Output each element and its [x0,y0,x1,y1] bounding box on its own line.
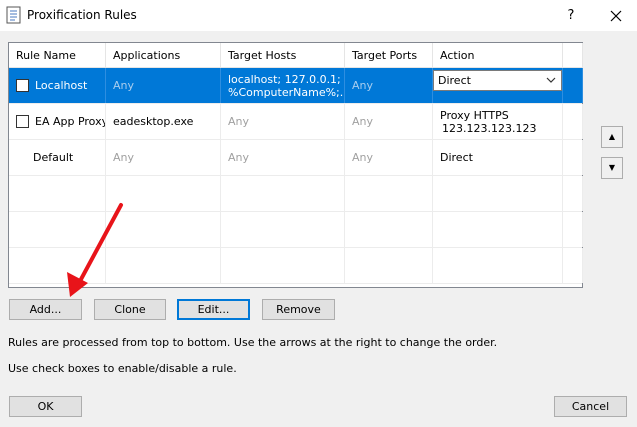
rule-name-cell: Localhost [9,68,106,103]
action-dropdown[interactable]: Direct [433,70,562,91]
empty-cell [563,176,583,211]
target-hosts-line: localhost; 127.0.0.1; [228,72,341,86]
target-hosts-cell: Any [221,140,345,175]
column-header-rule-name[interactable]: Rule Name [9,43,106,68]
column-header-target-ports[interactable]: Target Ports [345,43,433,68]
empty-cell [106,212,221,247]
filler-cell [563,140,583,175]
applications-cell: eadesktop.exe [106,104,221,139]
empty-cell [433,248,563,283]
empty-cell [345,212,433,247]
empty-cell [106,248,221,283]
action-dropdown-value: Direct [438,74,471,87]
empty-row [9,212,583,248]
target-ports-cell: Any [345,140,433,175]
help-button[interactable]: ? [556,4,586,28]
action-cell: Proxy HTTPS 123.123.123.123 [433,104,563,139]
empty-cell [345,176,433,211]
empty-cell [433,212,563,247]
rules-table[interactable]: Rule Name Applications Target Hosts Targ… [8,42,583,288]
close-button[interactable] [599,4,633,28]
empty-cell [106,176,221,211]
column-header-target-hosts[interactable]: Target Hosts [221,43,345,68]
arrow-down-icon: ▼ [608,163,616,172]
clone-button[interactable]: Clone [94,299,166,320]
edit-button[interactable]: Edit... [177,299,250,320]
empty-cell [433,176,563,211]
column-header-filler [563,43,583,68]
close-icon [610,10,622,22]
rule-name-cell: EA App Proxy [9,104,106,139]
applications-cell: Any [106,140,221,175]
rule-name: Default [33,151,74,164]
filler-cell [563,104,583,139]
remove-button[interactable]: Remove [262,299,335,320]
rule-name-cell: Default [9,140,106,175]
action-cell: Direct [433,140,563,175]
rule-enable-checkbox[interactable] [16,79,29,92]
move-up-button[interactable]: ▲ [601,126,623,148]
target-hosts-line: %ComputerName%;... [228,85,345,99]
cancel-button[interactable]: Cancel [554,396,627,417]
column-header-action[interactable]: Action [433,43,563,68]
empty-row [9,248,583,284]
filler-cell [563,68,583,103]
action-cell: Direct [433,68,563,103]
ok-button[interactable]: OK [9,396,82,417]
empty-cell [221,176,345,211]
empty-cell [9,212,106,247]
arrow-up-icon: ▲ [608,132,616,141]
empty-cell [563,248,583,283]
empty-row [9,176,583,212]
target-hosts-cell: Any [221,104,345,139]
action-line: Proxy HTTPS [440,108,509,122]
rules-app-icon [6,6,21,24]
rule-name: EA App Proxy [35,115,106,128]
empty-cell [9,176,106,211]
target-hosts-cell: localhost; 127.0.0.1; %ComputerName%;... [221,68,345,103]
table-row-default[interactable]: Default Any Any Any Direct [9,140,583,176]
empty-cell [9,248,106,283]
table-row-ea-app-proxy[interactable]: EA App Proxy eadesktop.exe Any Any Proxy… [9,104,583,140]
target-ports-cell: Any [345,68,433,103]
chevron-down-icon [546,71,556,96]
empty-cell [345,248,433,283]
target-ports-cell: Any [345,104,433,139]
empty-cell [563,212,583,247]
empty-cell [221,248,345,283]
info-text-order: Rules are processed from top to bottom. … [8,336,498,349]
rule-enable-checkbox[interactable] [16,115,29,128]
column-header-applications[interactable]: Applications [106,43,221,68]
rule-name: Localhost [35,79,88,92]
table-row-localhost[interactable]: Localhost Any localhost; 127.0.0.1; %Com… [9,68,583,104]
window-title: Proxification Rules [27,8,137,22]
info-text-checkboxes: Use check boxes to enable/disable a rule… [8,362,237,375]
move-down-button[interactable]: ▼ [601,157,623,179]
applications-cell: Any [106,68,221,103]
empty-cell [221,212,345,247]
title-bar: Proxification Rules ? [0,0,637,31]
add-button[interactable]: Add... [9,299,82,320]
action-line: 123.123.123.123 [442,121,537,135]
